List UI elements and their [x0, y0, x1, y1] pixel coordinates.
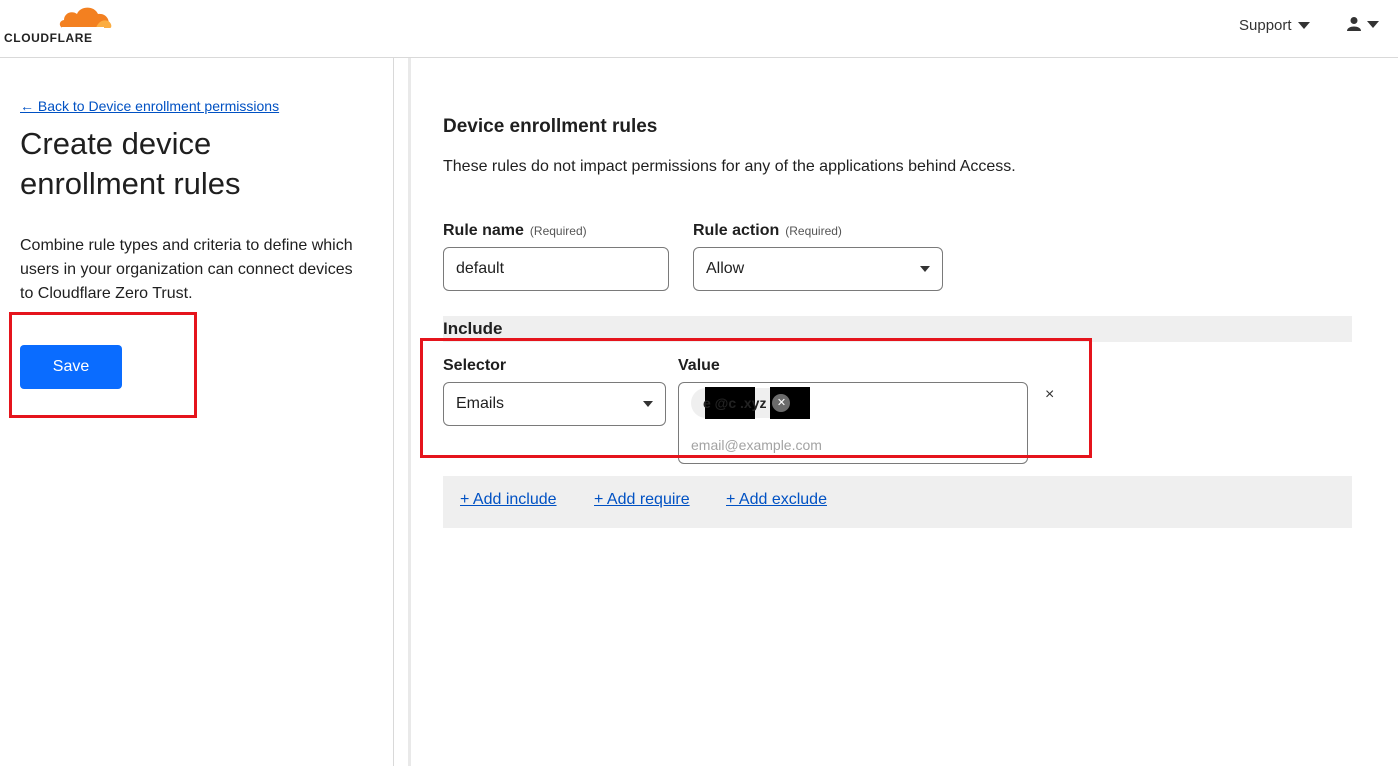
add-require-link[interactable]: + Add require	[594, 491, 690, 509]
required-hint: (Required)	[785, 224, 842, 238]
top-bar: CLOUDFLARE Support	[0, 0, 1398, 58]
rule-action-select[interactable]: Allow	[693, 247, 943, 291]
left-pane: ← Back to Device enrollment permissions …	[0, 58, 394, 766]
rule-action-value: Allow	[706, 260, 745, 277]
support-menu[interactable]: Support	[1239, 17, 1310, 34]
rule-name-input[interactable]	[443, 247, 669, 291]
logo-text: CLOUDFLARE	[4, 31, 93, 45]
chevron-down-icon	[1367, 20, 1379, 28]
include-label: Include	[443, 319, 503, 338]
add-include-link[interactable]: + Add include	[460, 491, 557, 509]
rule-name-label: Rule name (Required)	[443, 222, 587, 240]
email-chip-text: e @c .xyz	[703, 395, 767, 411]
section-description: These rules do not impact permissions fo…	[443, 158, 1016, 175]
rule-action-label-text: Rule action	[693, 222, 780, 239]
section-title: Device enrollment rules	[443, 116, 658, 137]
chevron-down-icon	[920, 266, 930, 272]
main-content: Device enrollment rules These rules do n…	[411, 58, 1398, 766]
rule-name-label-text: Rule name	[443, 222, 524, 239]
back-link[interactable]: ← Back to Device enrollment permissions	[20, 98, 279, 114]
user-menu[interactable]	[1346, 16, 1379, 32]
save-button[interactable]: Save	[20, 345, 122, 389]
rule-action-label: Rule action (Required)	[693, 222, 842, 240]
user-icon	[1347, 17, 1361, 31]
rule-actions-bar: + Add include + Add require + Add exclud…	[443, 476, 1352, 528]
page-description: Combine rule types and criteria to defin…	[20, 237, 353, 302]
required-hint: (Required)	[529, 224, 587, 238]
cloudflare-logo[interactable]: CLOUDFLARE	[4, 4, 114, 45]
chevron-down-icon	[1297, 22, 1310, 29]
support-label: Support	[1239, 17, 1292, 34]
cloud-icon	[59, 7, 112, 29]
page-title: Create device enrollment rules	[20, 126, 241, 201]
add-exclude-link[interactable]: + Add exclude	[726, 491, 827, 509]
